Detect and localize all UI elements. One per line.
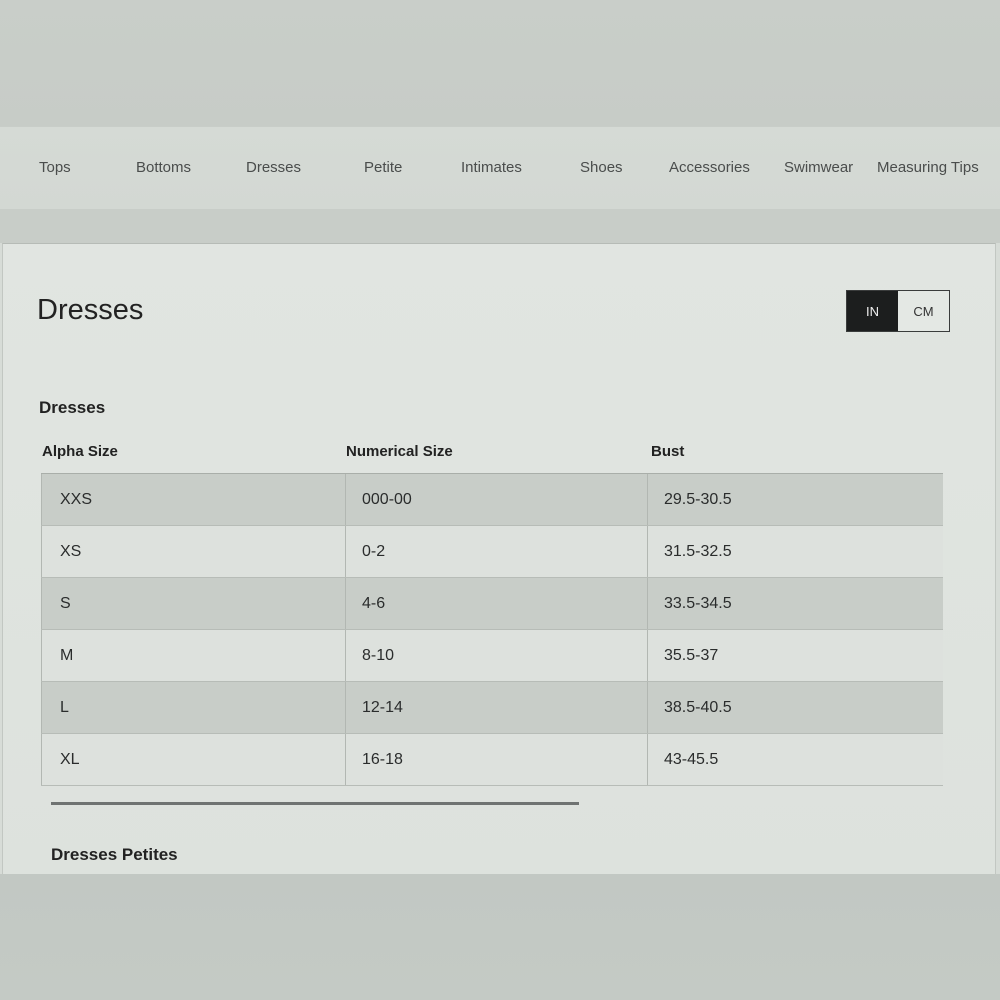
alpha-size-cell: XL: [41, 734, 345, 785]
bust-cell: 33.5-34.5: [647, 578, 943, 629]
nav-item-bottoms[interactable]: Bottoms: [136, 159, 191, 176]
photo-background-top: [0, 0, 1000, 126]
nav-item-petite[interactable]: Petite: [364, 159, 402, 176]
alpha-size-cell: S: [41, 578, 345, 629]
numerical-size-cell: 000-00: [345, 474, 647, 525]
numerical-size-cell: 16-18: [345, 734, 647, 785]
nav-item-intimates[interactable]: Intimates: [461, 159, 522, 176]
bust-cell: 38.5-40.5: [647, 682, 943, 733]
column-header-bust: Bust: [651, 443, 685, 460]
column-header-numerical-size: Numerical Size: [346, 443, 453, 460]
column-header-alpha-size: Alpha Size: [42, 443, 118, 460]
table-row: XXS 000-00 29.5-30.5: [41, 473, 943, 526]
nav-item-swimwear[interactable]: Swimwear: [784, 159, 853, 176]
alpha-size-cell: M: [41, 630, 345, 681]
unit-in-button[interactable]: IN: [847, 291, 898, 331]
alpha-size-cell: L: [41, 682, 345, 733]
page-title: Dresses: [37, 294, 144, 326]
nav-item-accessories[interactable]: Accessories: [669, 159, 750, 176]
bust-cell: 31.5-32.5: [647, 526, 943, 577]
alpha-size-cell: XXS: [41, 474, 345, 525]
section-divider: [51, 802, 579, 805]
unit-toggle: IN CM: [846, 290, 950, 332]
table-row: XS 0-2 31.5-32.5: [41, 526, 943, 578]
table-row: XL 16-18 43-45.5: [41, 734, 943, 786]
bust-cell: 35.5-37: [647, 630, 943, 681]
nav-item-shoes[interactable]: Shoes: [580, 159, 623, 176]
bust-cell: 43-45.5: [647, 734, 943, 785]
screen: Tops Bottoms Dresses Petite Intimates Sh…: [0, 126, 1000, 874]
unit-cm-button[interactable]: CM: [898, 291, 949, 331]
nav-item-tops[interactable]: Tops: [39, 159, 71, 176]
numerical-size-cell: 8-10: [345, 630, 647, 681]
size-chart-panel: Dresses IN CM Dresses Alpha Size Numeric…: [2, 243, 996, 874]
numerical-size-cell: 0-2: [345, 526, 647, 577]
table-row: L 12-14 38.5-40.5: [41, 682, 943, 734]
table-row: M 8-10 35.5-37: [41, 630, 943, 682]
bust-cell: 29.5-30.5: [647, 474, 943, 525]
category-nav: Tops Bottoms Dresses Petite Intimates Sh…: [0, 126, 1000, 210]
nav-item-dresses[interactable]: Dresses: [246, 159, 301, 176]
nav-item-measuring-tips[interactable]: Measuring Tips: [877, 159, 979, 176]
petites-section-title: Dresses Petites: [51, 845, 178, 864]
section-title: Dresses: [39, 398, 106, 417]
table-row: S 4-6 33.5-34.5: [41, 578, 943, 630]
numerical-size-cell: 12-14: [345, 682, 647, 733]
alpha-size-cell: XS: [41, 526, 345, 577]
nav-spacer: [0, 209, 1000, 243]
numerical-size-cell: 4-6: [345, 578, 647, 629]
size-table: XXS 000-00 29.5-30.5 XS 0-2 31.5-32.5 S …: [41, 473, 943, 786]
photo-background-bottom: [0, 874, 1000, 1000]
